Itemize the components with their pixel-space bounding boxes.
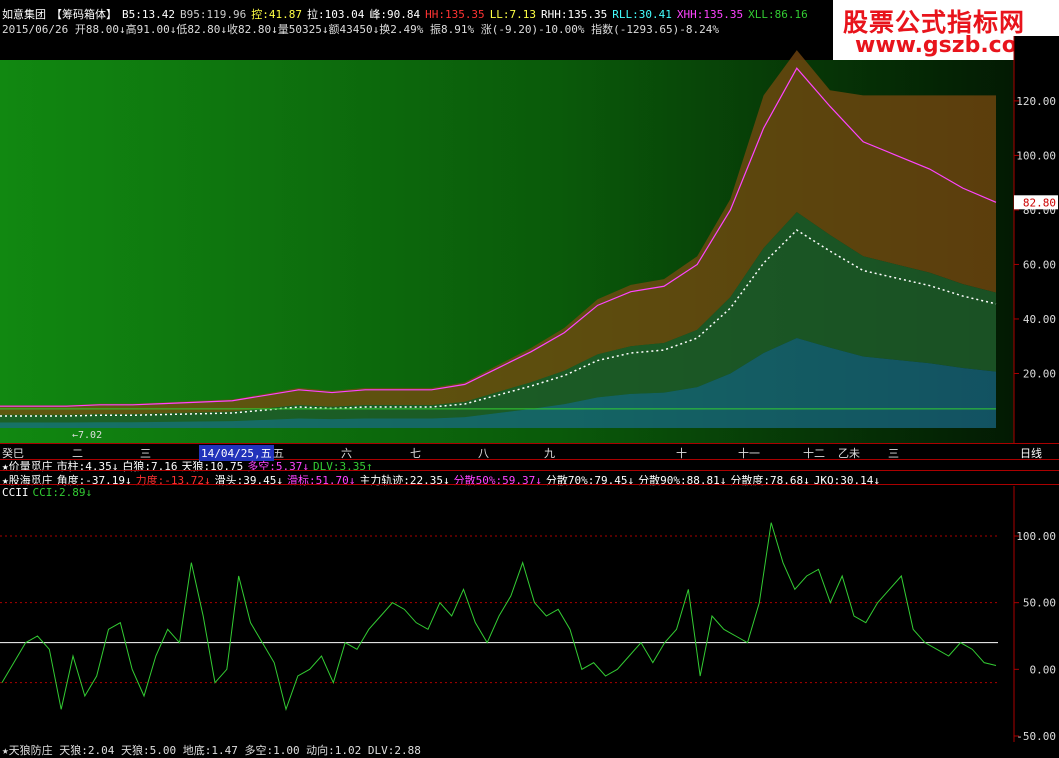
divider <box>0 470 1059 471</box>
indicator-name: 【筹码箱体】 <box>51 8 117 21</box>
quote-summary: 2015/06/26 开88.00↓高91.00↓低82.80↓收82.80↓量… <box>2 23 720 36</box>
header-value: 控:41.87 <box>251 8 302 21</box>
header-value: XHH:135.35 <box>676 8 744 21</box>
header-value: 拉:103.04 <box>306 8 365 21</box>
y-tick-label: -50.00 <box>1016 730 1056 742</box>
time-label: 十一 <box>738 447 760 460</box>
time-label: 三 <box>888 447 899 460</box>
time-label: 七 <box>410 447 421 460</box>
last-price-label: 82.80 <box>1023 196 1056 209</box>
price-chart[interactable]: 120.00100.0080.0060.0040.0020.0082.80←7.… <box>0 36 1059 443</box>
indicator-header: 如意集团 【筹码箱体】 B5:13.42 B95:119.96 控:41.87 拉:103… <box>2 6 813 22</box>
low-label: ←7.02 <box>72 430 102 441</box>
header-value: RHH:135.35 <box>541 8 608 21</box>
time-label: 十 <box>676 447 687 460</box>
time-label: 十二 <box>803 447 825 460</box>
y-tick-label: 120.00 <box>1016 95 1056 108</box>
y-tick-label: 40.00 <box>1023 313 1056 326</box>
y-tick-label: 60.00 <box>1023 258 1056 271</box>
time-label: 乙未 <box>838 447 860 460</box>
divider <box>0 484 1059 485</box>
header-value: 峰:90.84 <box>369 8 421 21</box>
cci-line <box>1 522 997 712</box>
y-tick-label: 100.00 <box>1016 530 1056 543</box>
bottom-indicator-line: ★天狼防庄 天狼:2.04 天狼:5.00 地底:1.47 多空:1.00 动向… <box>2 744 421 757</box>
header-value: HH:135.35 <box>425 8 485 21</box>
y-tick-label: 0.00 <box>1030 663 1057 676</box>
cci-chart[interactable]: -50.00 0.00 50.00 100.00 <box>0 486 1059 742</box>
header-value: LL:7.13 <box>489 8 537 21</box>
header-value: B5:13.42 <box>122 8 175 21</box>
time-label: 九 <box>544 447 555 460</box>
time-label: 八 <box>478 447 489 460</box>
y-tick-label: 50.00 <box>1023 597 1056 610</box>
header-value: XLL:86.16 <box>748 8 808 21</box>
y-tick-label: 100.00 <box>1016 149 1056 162</box>
y-tick-label: 20.00 <box>1023 367 1056 380</box>
stock-name: 如意集团 <box>2 8 46 21</box>
header-value: B95:119.96 <box>179 8 247 21</box>
period-label[interactable]: 日线 <box>1020 445 1042 461</box>
header-value: RLL:30.41 <box>612 8 672 21</box>
